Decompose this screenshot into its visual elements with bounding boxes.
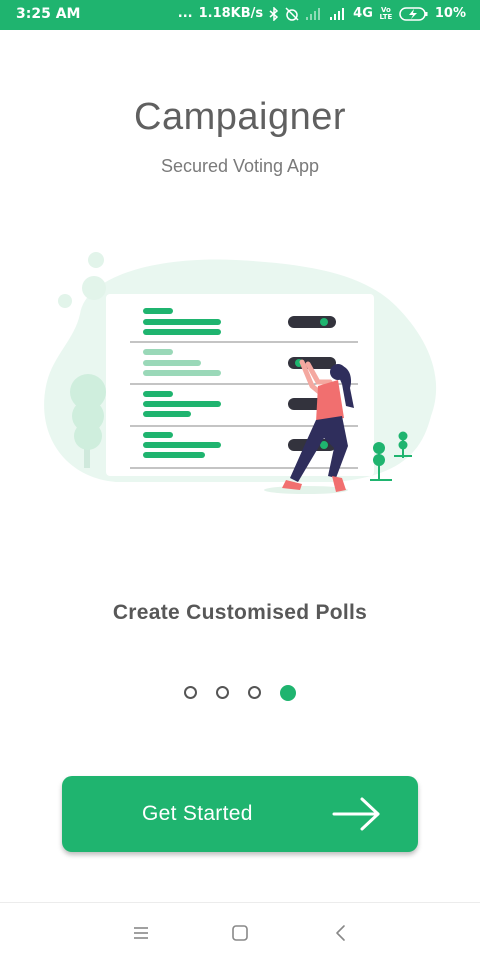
polls-illustration [44, 252, 437, 494]
status-bar: 3:25 AM ... 1.18KB/s 4G Vo LTE 10% [0, 0, 480, 30]
status-battery: 10% [434, 6, 466, 21]
app-title: Campaigner [134, 96, 346, 138]
page-dot-2[interactable] [216, 686, 229, 699]
get-started-button[interactable]: Get Started [62, 776, 418, 852]
arrow-right-icon [332, 796, 382, 837]
menu-icon[interactable] [129, 921, 153, 945]
alarm-off-icon [285, 6, 299, 21]
system-nav-bar [0, 902, 480, 961]
page-indicator [0, 685, 480, 701]
status-volte: Vo LTE [379, 5, 393, 21]
page-dot-4-active[interactable] [280, 685, 296, 701]
get-started-label: Get Started [142, 802, 253, 825]
back-chevron-icon[interactable] [329, 921, 353, 945]
home-square-icon[interactable] [228, 921, 252, 945]
slide-caption: Create Customised Polls [112, 601, 368, 624]
bluetooth-icon [269, 6, 279, 21]
signal-icon [305, 7, 323, 20]
app-subtitle: Secured Voting App [160, 156, 320, 176]
status-network: 4G [353, 6, 373, 21]
status-icons: ... 1.18KB/s 4G Vo LTE 10% [178, 6, 466, 21]
status-net-speed: 1.18KB/s [198, 6, 264, 21]
status-dots: ... [177, 6, 193, 21]
page-dot-3[interactable] [248, 686, 261, 699]
battery-charging-icon [399, 6, 429, 21]
page-dot-1[interactable] [184, 686, 197, 699]
status-time: 3:25 AM [16, 6, 81, 22]
signal-icon [329, 7, 347, 20]
